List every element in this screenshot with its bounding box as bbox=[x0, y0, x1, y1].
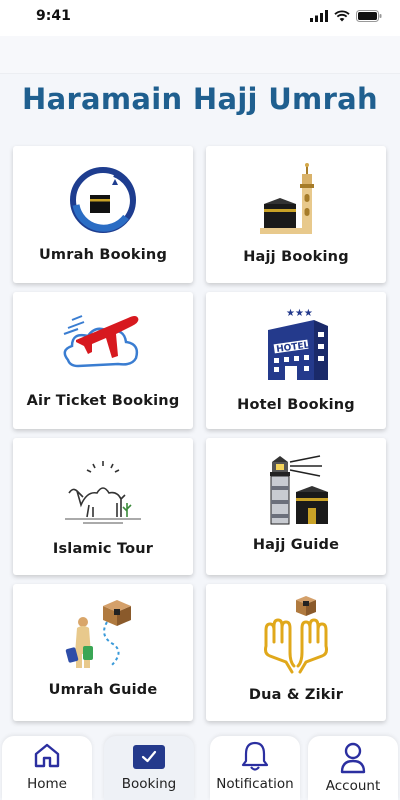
nav-tab-booking[interactable]: Booking bbox=[104, 736, 194, 800]
umrah-booking-icon bbox=[70, 167, 136, 233]
card-label: Umrah Booking bbox=[38, 247, 168, 263]
card-label: Hajj Guide bbox=[252, 537, 340, 553]
page-title: Haramain Hajj Umrah bbox=[22, 82, 378, 116]
nav-tab-account[interactable]: Account bbox=[308, 736, 398, 800]
umrah-booking-card[interactable]: Umrah Booking bbox=[13, 146, 193, 283]
card-label: Islamic Tour bbox=[52, 541, 154, 557]
wifi-icon bbox=[334, 10, 350, 22]
hajj-guide-card[interactable]: Hajj Guide bbox=[206, 438, 386, 575]
battery-icon bbox=[356, 10, 382, 22]
card-label: Umrah Guide bbox=[48, 682, 158, 698]
card-label: Dua & Zikir bbox=[248, 687, 344, 703]
hajj-booking-card[interactable]: Hajj Booking bbox=[206, 146, 386, 283]
camel-icon bbox=[65, 461, 141, 524]
islamic-tour-card[interactable]: Islamic Tour bbox=[13, 438, 193, 575]
user-icon bbox=[340, 742, 366, 774]
nav-label: Home bbox=[27, 776, 67, 792]
card-label: Hajj Booking bbox=[243, 249, 349, 265]
praying-hands-icon bbox=[264, 596, 328, 674]
header-band bbox=[0, 36, 400, 74]
card-label: Hotel Booking bbox=[237, 397, 355, 413]
hajj-booking-icon bbox=[260, 163, 314, 234]
umrah-guide-icon bbox=[65, 600, 131, 668]
nav-tab-home[interactable]: Home bbox=[2, 736, 92, 800]
bell-icon bbox=[241, 741, 269, 771]
dua-zikir-card[interactable]: Dua & Zikir bbox=[206, 584, 386, 721]
nav-label: Account bbox=[325, 778, 381, 794]
airplane-icon bbox=[63, 315, 139, 368]
nav-label: Booking bbox=[121, 776, 177, 792]
air-ticket-booking-card[interactable]: Air Ticket Booking bbox=[13, 292, 193, 429]
hajj-guide-icon bbox=[270, 455, 328, 525]
checkbox-icon bbox=[133, 745, 165, 769]
home-icon bbox=[34, 743, 60, 768]
status-icons bbox=[310, 10, 382, 22]
signal-icon bbox=[310, 10, 328, 22]
status-bar: 9:41 bbox=[0, 0, 400, 36]
nav-label: Notification bbox=[216, 776, 294, 792]
svg-text:★★★: ★★★ bbox=[286, 308, 313, 319]
card-label: Air Ticket Booking bbox=[26, 393, 180, 409]
hotel-booking-card[interactable]: ★★★ HOTEL Hotel Booking bbox=[206, 292, 386, 429]
nav-tab-notification[interactable]: Notification bbox=[210, 736, 300, 800]
hotel-icon: ★★★ HOTEL bbox=[268, 308, 328, 380]
status-time: 9:41 bbox=[36, 8, 71, 24]
umrah-guide-card[interactable]: Umrah Guide bbox=[13, 584, 193, 721]
